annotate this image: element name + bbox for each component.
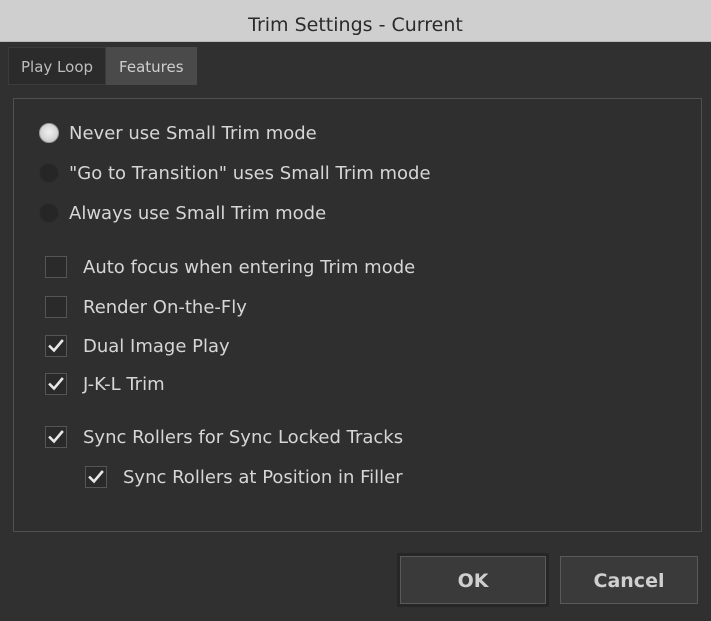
window-title: Trim Settings - Current: [248, 14, 463, 36]
checkbox-jkl-trim[interactable]: J-K-L Trim: [45, 368, 165, 400]
checkbox-dual-image-play[interactable]: Dual Image Play: [45, 330, 230, 362]
title-bar[interactable]: Trim Settings - Current: [0, 0, 711, 42]
radio-never-small-trim[interactable]: Never use Small Trim mode: [39, 117, 317, 149]
radio-label: "Go to Transition" uses Small Trim mode: [69, 162, 431, 184]
cancel-button[interactable]: Cancel: [560, 556, 698, 604]
checkmark-icon: [48, 339, 64, 353]
dialog-buttons: OK Cancel: [0, 556, 711, 606]
checkbox-label: Sync Rollers at Position in Filler: [123, 466, 403, 488]
checkbox-label: Auto focus when entering Trim mode: [83, 256, 416, 278]
radio-button-selected[interactable]: [39, 123, 59, 143]
ok-button[interactable]: OK: [400, 556, 546, 604]
tab-bar: Play Loop Features: [8, 47, 197, 85]
checkbox-checked[interactable]: [45, 373, 67, 395]
tab-play-loop[interactable]: Play Loop: [8, 47, 107, 85]
checkbox-checked[interactable]: [45, 335, 67, 357]
features-panel: Never use Small Trim mode "Go to Transit…: [13, 98, 702, 532]
checkbox-render-on-the-fly[interactable]: Render On-the-Fly: [45, 291, 247, 323]
checkbox-label: J-K-L Trim: [83, 373, 165, 395]
checkbox-checked[interactable]: [45, 426, 67, 448]
checkbox[interactable]: [45, 296, 67, 318]
checkbox-sync-rollers-position-filler[interactable]: Sync Rollers at Position in Filler: [85, 461, 403, 493]
checkbox-label: Dual Image Play: [83, 335, 230, 357]
checkbox[interactable]: [45, 256, 67, 278]
checkmark-icon: [48, 377, 64, 391]
tab-features[interactable]: Features: [106, 47, 197, 85]
checkbox-checked[interactable]: [85, 466, 107, 488]
checkbox-sync-rollers-locked[interactable]: Sync Rollers for Sync Locked Tracks: [45, 421, 403, 453]
radio-label: Never use Small Trim mode: [69, 122, 317, 144]
checkbox-label: Sync Rollers for Sync Locked Tracks: [83, 426, 404, 448]
checkmark-icon: [48, 430, 64, 444]
checkbox-label: Render On-the-Fly: [83, 296, 247, 318]
radio-label: Always use Small Trim mode: [69, 202, 327, 224]
checkbox-auto-focus[interactable]: Auto focus when entering Trim mode: [45, 251, 415, 283]
radio-button[interactable]: [39, 203, 59, 223]
radio-always-small-trim[interactable]: Always use Small Trim mode: [39, 197, 326, 229]
checkmark-icon: [88, 470, 104, 484]
trim-settings-dialog: Trim Settings - Current Play Loop Featur…: [0, 0, 711, 621]
radio-go-to-transition-small-trim[interactable]: "Go to Transition" uses Small Trim mode: [39, 157, 431, 189]
radio-button[interactable]: [39, 163, 59, 183]
